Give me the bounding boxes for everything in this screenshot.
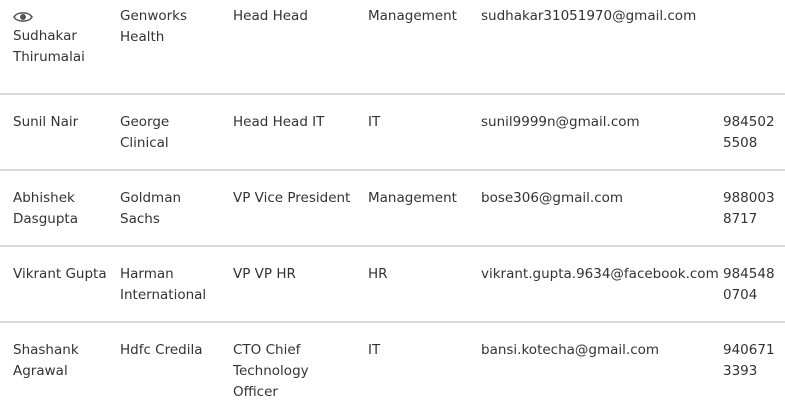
company-name: Harman International <box>120 266 207 303</box>
contact-name: Abhishek Dasgupta <box>13 190 78 227</box>
contact-name: Sunil Nair <box>13 114 79 130</box>
department: IT <box>368 114 381 130</box>
email-address: bose306@gmail.com <box>481 190 624 206</box>
eye-icon[interactable] <box>13 10 33 24</box>
contacts-table: Sudhakar Thirumalai Genworks Health Head… <box>0 0 785 405</box>
company-name: George Clinical <box>120 114 170 151</box>
department: HR <box>368 266 388 282</box>
job-title: VP Vice President <box>233 190 351 206</box>
contact-name: Shashank Agrawal <box>13 342 79 379</box>
company-name: Genworks Health <box>120 8 188 45</box>
contact-name: Sudhakar Thirumalai <box>13 28 85 65</box>
job-title: Head Head <box>233 8 308 24</box>
contact-name: Vikrant Gupta <box>13 266 107 282</box>
table-row: Sudhakar Thirumalai Genworks Health Head… <box>0 0 785 95</box>
job-title: Head Head IT <box>233 114 325 130</box>
table-row: Sunil Nair George Clinical Head Head IT … <box>0 95 785 171</box>
email-address: sudhakar31051970@gmail.com <box>481 8 697 24</box>
department: IT <box>368 342 381 358</box>
company-name: Goldman Sachs <box>120 190 182 227</box>
department: Management <box>368 190 457 206</box>
email-address: sunil9999n@gmail.com <box>481 114 640 130</box>
phone-number: 9406713393 <box>723 342 775 379</box>
table-row: Abhishek Dasgupta Goldman Sachs VP Vice … <box>0 171 785 247</box>
company-name: Hdfc Credila <box>120 342 203 358</box>
table-row: Shashank Agrawal Hdfc Credila CTO Chief … <box>0 323 785 405</box>
phone-number: 9880038717 <box>723 190 775 227</box>
job-title: VP VP HR <box>233 266 296 282</box>
job-title: CTO Chief Technology Officer <box>233 342 309 400</box>
email-address: bansi.kotecha@gmail.com <box>481 342 660 358</box>
contact-name-cell: Sudhakar Thirumalai <box>13 2 108 68</box>
phone-number: 9845025508 <box>723 114 775 151</box>
department: Management <box>368 8 457 24</box>
phone-number: 9845480704 <box>723 266 775 303</box>
table-row: Vikrant Gupta Harman International VP VP… <box>0 247 785 323</box>
email-address: vikrant.gupta.9634@facebook.com <box>481 266 719 282</box>
